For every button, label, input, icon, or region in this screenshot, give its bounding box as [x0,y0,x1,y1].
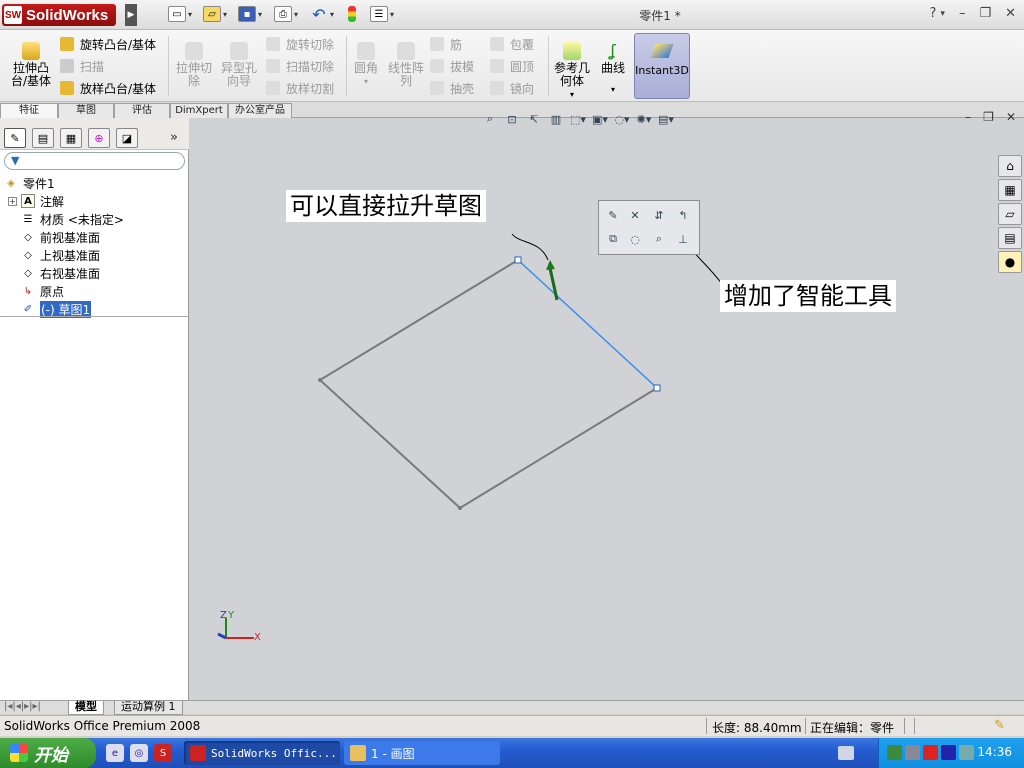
sketch-endpoint-handle[interactable] [653,384,661,392]
quick-launch: e ◎ S [106,744,172,762]
internet-explorer-icon[interactable]: e [106,744,124,762]
selected-sketch-edge[interactable] [517,259,658,389]
bottom-tabs: |◂|◂|▸|▸| 模型 运动算例 1 [0,700,1024,715]
annotation-callout: 可以直接拉升草图 [286,190,486,222]
select-other-icon[interactable]: ⧉ [605,231,621,247]
sketch-edge[interactable] [318,259,658,510]
sketch-tools-icon[interactable]: ✕ [627,207,643,223]
tab-scroll-arrows-icon[interactable]: |◂|◂|▸|▸| [4,701,41,712]
status-separator [914,718,915,734]
callout-leader [511,233,549,261]
clock: 14:36 [977,745,1012,759]
triad-z-label: Z [220,610,227,621]
product-name: SolidWorks Office Premium 2008 [4,719,201,733]
hide-icon[interactable]: ◌ [627,231,643,247]
system-tray: 14:36 [878,738,1024,768]
tab-motion-study[interactable]: 运动算例 1 [114,701,183,715]
status-bar: SolidWorks Office Premium 2008 长度: 88.40… [0,715,1024,736]
edit-sketch-icon[interactable]: ✎ [605,207,621,223]
tray-k-icon[interactable] [923,745,938,760]
triad-x-label: X [254,632,261,643]
status-separator [805,718,806,734]
start-button[interactable]: 开始 [0,738,96,768]
taskbar-paint[interactable]: 1 - 画图 [344,741,500,765]
length-readout: 长度: 88.40mm [712,721,802,735]
triad-y-label: Y [228,610,235,621]
tab-model[interactable]: 模型 [68,701,104,715]
status-separator [904,718,905,734]
sketch-vertex [318,378,322,382]
taskbar-solidworks-label: SolidWorks Offic... [211,746,337,760]
start-label: 开始 [34,745,68,766]
edit-mode-readout: 正在编辑：零件 [810,721,895,735]
callout-leader [693,251,723,285]
media-play-icon[interactable] [941,745,956,760]
sketch-canvas [318,233,723,510]
normal-to-icon[interactable]: ⊥ [675,231,691,247]
annotation-callout: 增加了智能工具 [720,280,896,312]
taskbar-solidworks[interactable]: SolidWorks Offic... [184,741,340,765]
paint-app-icon [350,745,366,761]
taskbar-paint-label: 1 - 画图 [371,746,415,761]
extrude-drag-arrow-head[interactable] [546,260,555,270]
windows-flag-icon [10,744,28,762]
back-icon[interactable]: ↰ [675,207,691,223]
tray-app-icon[interactable] [887,745,902,760]
tag-icon[interactable]: ✎ [994,718,1005,733]
extrude-drag-arrow[interactable] [548,267,559,301]
coordinate-triad: Z Y X [214,610,264,646]
network-icon[interactable] [905,745,920,760]
relations-icon[interactable]: ⇵ [651,207,667,223]
context-toolbar: ✎ ✕ ⇵ ↰ ⧉ ◌ ⌕ ⊥ [598,200,700,255]
status-separator [706,718,707,734]
sketch-endpoint-handle[interactable] [514,256,522,264]
zoom-to-selection-icon[interactable]: ⌕ [651,231,667,247]
sketch-vertex [458,506,462,510]
volume-icon[interactable] [959,745,974,760]
browser-icon[interactable]: ◎ [130,744,148,762]
keyboard-icon[interactable] [838,746,854,760]
solidworks-launch-icon[interactable]: S [154,744,172,762]
solidworks-app-icon [190,745,206,761]
windows-taskbar: 开始 e ◎ S SolidWorks Offic... 1 - 画图 14:3… [0,738,1024,768]
